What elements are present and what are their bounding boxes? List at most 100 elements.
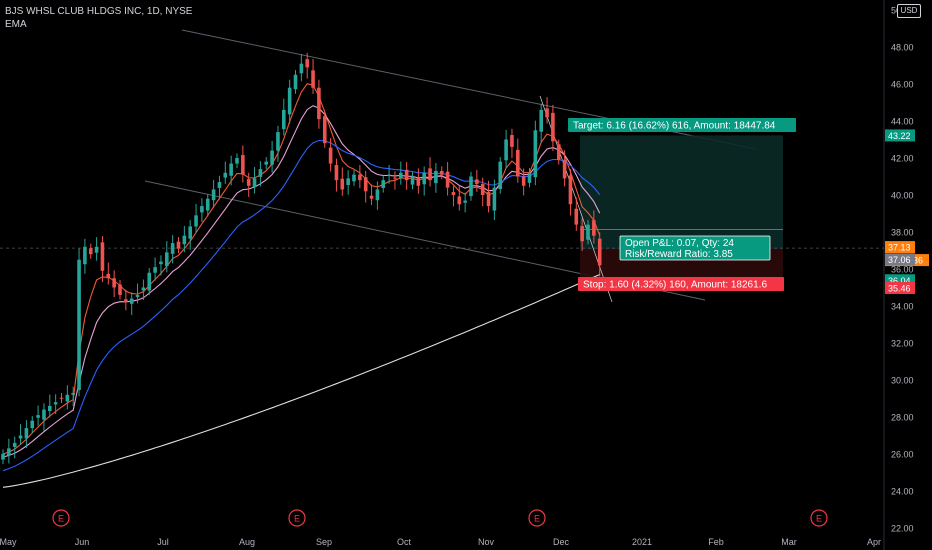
candle-body (486, 192, 491, 207)
candle (498, 157, 503, 194)
price-tag-text: 37.06 (888, 255, 911, 265)
candle-body (24, 428, 29, 439)
candle-body (182, 235, 187, 245)
earnings-letter: E (58, 514, 64, 524)
stop-label: Stop: 1.60 (4.32%) 160, Amount: 18261.6 (578, 277, 784, 291)
x-tick-label: Nov (478, 537, 495, 547)
candle-body (194, 215, 198, 227)
y-tick-label: 40.00 (891, 191, 914, 201)
candle-body (516, 149, 520, 177)
currency-badge[interactable]: USD (897, 4, 921, 18)
candle-body (545, 108, 549, 118)
candle-body (393, 177, 397, 179)
candle-body (428, 168, 432, 181)
earnings-letter: E (816, 514, 822, 524)
candle-body (264, 161, 269, 165)
x-tick-label: 2021 (632, 537, 652, 547)
candle-body (387, 174, 391, 176)
candle-body (100, 242, 105, 271)
candle-body (235, 158, 239, 164)
candle-body (521, 176, 526, 186)
candle-body (317, 87, 321, 120)
y-tick-label: 28.00 (891, 413, 914, 423)
candle-body (451, 192, 456, 195)
candle-body (592, 220, 596, 236)
y-tick-label: 26.00 (891, 450, 914, 460)
candle-body (439, 170, 444, 175)
candle-body (94, 246, 99, 253)
y-tick-label: 48.00 (891, 43, 914, 53)
y-tick-label: 22.00 (891, 524, 914, 534)
candle-body (586, 224, 590, 240)
candle-body (176, 241, 181, 249)
candle-body (551, 112, 555, 142)
candle-body (492, 187, 497, 211)
x-tick-label: Jun (75, 537, 90, 547)
candle-body (53, 402, 58, 405)
x-tick-label: Dec (553, 537, 570, 547)
candle-body (7, 448, 11, 456)
candle-body (165, 252, 169, 267)
candle-body (59, 397, 64, 399)
candle-body (30, 420, 35, 429)
candle-body (434, 170, 438, 184)
y-tick-label: 44.00 (891, 117, 914, 127)
candle-body (258, 169, 263, 177)
candle-body (106, 273, 111, 279)
candle-body (381, 180, 386, 188)
y-tick-label: 34.00 (891, 302, 914, 312)
y-tick-label: 32.00 (891, 339, 914, 349)
target-price-tag: 43.22 (885, 129, 915, 142)
candle-body (445, 171, 450, 188)
candle-body (556, 144, 561, 160)
candle-body (112, 278, 116, 288)
candle-body (299, 63, 304, 74)
earnings-letter: E (294, 514, 300, 524)
candle-body (328, 147, 333, 164)
candle-body (510, 135, 514, 147)
target-label-text: Target: 6.16 (16.62%) 616, Amount: 18447… (573, 121, 776, 132)
candle-body (241, 155, 245, 175)
candle-body (527, 172, 532, 183)
candle-body (200, 206, 204, 213)
candle-body (311, 70, 315, 88)
candle-body (422, 172, 426, 185)
earnings-letter: E (534, 514, 540, 524)
candle-body (358, 174, 362, 181)
y-tick-label: 46.00 (891, 80, 914, 90)
x-tick-label: Mar (781, 537, 797, 547)
candle-body (170, 243, 175, 254)
candle-body (533, 130, 538, 178)
price-chart[interactable]: 22.0024.0026.0028.0030.0032.0034.0036.00… (0, 0, 932, 550)
candle-body (334, 165, 339, 181)
y-tick-label: 24.00 (891, 487, 914, 497)
y-tick-label: 38.00 (891, 228, 914, 238)
candle-body (229, 163, 233, 176)
target-zone (580, 135, 783, 250)
candle-body (118, 284, 122, 295)
x-tick-label: Oct (397, 537, 412, 547)
candle-body (83, 246, 87, 265)
candle-body (77, 259, 81, 390)
pnl-line-1: Open P&L: 0.07, Qty: 24 (625, 238, 734, 249)
x-tick-label: Sep (316, 537, 332, 547)
candle-body (135, 294, 140, 298)
candle-body (276, 132, 280, 151)
candle-body (475, 179, 479, 184)
x-tick-label: Apr (867, 537, 881, 547)
symbol-title: BJS WHSL CLUB HLDGS INC, 1D, NYSE (5, 6, 193, 17)
chart-background (0, 0, 932, 550)
pnl-label: Open P&L: 0.07, Qty: 24Risk/Reward Ratio… (619, 235, 771, 261)
candle-body (469, 176, 473, 197)
candle-body (282, 109, 286, 130)
candle-body (369, 195, 374, 199)
pnl-line-2: Risk/Reward Ratio: 3.85 (625, 249, 733, 260)
candle-body (287, 87, 292, 115)
target-label: Target: 6.16 (16.62%) 616, Amount: 18447… (568, 118, 796, 132)
candle-body (539, 109, 543, 132)
candle-body (322, 116, 327, 144)
x-tick-label: Aug (239, 537, 255, 547)
candle-body (504, 139, 508, 161)
candle-body (217, 182, 222, 188)
candle (533, 120, 538, 186)
